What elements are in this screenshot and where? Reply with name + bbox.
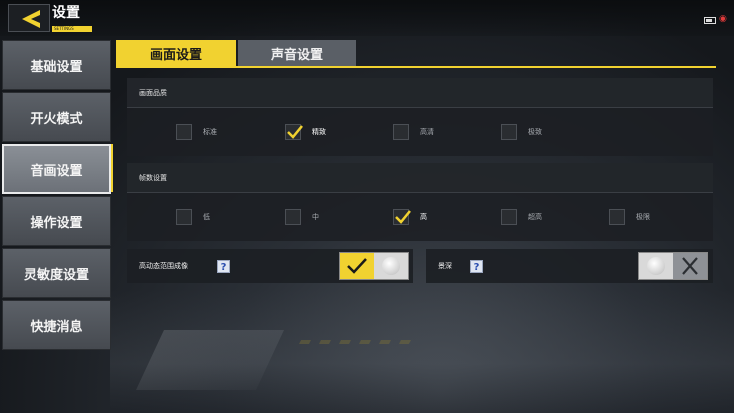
tab-sound[interactable]: 声音设置 bbox=[238, 40, 356, 67]
checkbox[interactable] bbox=[501, 124, 517, 140]
hdr-label: 高动态范围成像 bbox=[139, 262, 188, 270]
dof-toggle[interactable] bbox=[638, 252, 708, 280]
sidebar-item-sensitivity[interactable]: 灵敏度设置 bbox=[2, 248, 111, 298]
framerate-option-medium[interactable]: 中 bbox=[285, 209, 319, 225]
page-subtitle: SETTINGS bbox=[52, 26, 92, 32]
option-label: 超高 bbox=[528, 213, 542, 221]
sidebar-item-label: 操作设置 bbox=[30, 215, 83, 231]
option-label: 低 bbox=[203, 213, 210, 221]
quality-panel: 画面品质 标准 精致 高清 极致 bbox=[127, 78, 713, 156]
hdr-row: 高动态范围成像 ? bbox=[127, 249, 413, 283]
checkmark-icon bbox=[395, 210, 411, 224]
checkmark-icon bbox=[287, 125, 303, 139]
quality-option-fine[interactable]: 精致 bbox=[285, 124, 326, 140]
sidebar-item-quick-messages[interactable]: 快捷消息 bbox=[2, 300, 111, 350]
title-block: 设置 SETTINGS bbox=[52, 3, 94, 35]
quality-option-standard[interactable]: 标准 bbox=[176, 124, 217, 140]
checkbox[interactable] bbox=[176, 124, 192, 140]
checkbox-checked[interactable] bbox=[393, 209, 411, 225]
option-label: 极致 bbox=[528, 128, 542, 136]
sidebar-item-label: 快捷消息 bbox=[30, 319, 83, 335]
quality-option-hd[interactable]: 高清 bbox=[393, 124, 434, 140]
sidebar-item-label: 音画设置 bbox=[30, 163, 83, 179]
header-bar: 设置 SETTINGS ◉ bbox=[0, 0, 734, 36]
option-label: 中 bbox=[312, 213, 319, 221]
framerate-option-low[interactable]: 低 bbox=[176, 209, 210, 225]
sidebar-item-controls[interactable]: 操作设置 bbox=[2, 196, 111, 246]
framerate-option-extreme[interactable]: 极限 bbox=[609, 209, 650, 225]
sidebar: 基础设置 开火模式 音画设置 操作设置 灵敏度设置 快捷消息 bbox=[2, 40, 112, 352]
sidebar-active-marker bbox=[111, 144, 113, 192]
checkbox[interactable] bbox=[501, 209, 517, 225]
toggle-knob-side bbox=[639, 253, 673, 279]
status-indicators: ◉ bbox=[704, 14, 728, 26]
tab-label: 画面设置 bbox=[149, 48, 202, 63]
sidebar-item-label: 开火模式 bbox=[30, 111, 83, 127]
framerate-option-high[interactable]: 高 bbox=[393, 209, 427, 225]
option-label: 精致 bbox=[312, 128, 326, 136]
dof-label: 景深 bbox=[438, 262, 452, 270]
hdr-toggle[interactable] bbox=[339, 252, 409, 280]
close-icon bbox=[682, 257, 698, 275]
toggle-off-side bbox=[673, 253, 707, 279]
option-label: 标准 bbox=[203, 128, 217, 136]
wifi-icon: ◉ bbox=[719, 14, 727, 24]
toggle-on-side bbox=[340, 253, 374, 279]
option-label: 极限 bbox=[636, 213, 650, 221]
tab-bar: 画面设置 声音设置 bbox=[116, 40, 716, 68]
toggle-knob bbox=[647, 257, 665, 275]
background-stripe bbox=[298, 340, 412, 344]
sidebar-item-fire-mode[interactable]: 开火模式 bbox=[2, 92, 111, 142]
tab-graphics[interactable]: 画面设置 bbox=[116, 40, 236, 67]
back-button[interactable] bbox=[8, 4, 50, 32]
option-label: 高 bbox=[420, 213, 427, 221]
checkbox[interactable] bbox=[285, 209, 301, 225]
sidebar-item-label: 灵敏度设置 bbox=[23, 267, 89, 283]
sidebar-item-basic[interactable]: 基础设置 bbox=[2, 40, 111, 90]
option-label: 高清 bbox=[420, 128, 434, 136]
framerate-panel: 帧数设置 低 中 高 超高 极限 bbox=[127, 163, 713, 241]
checkbox-checked[interactable] bbox=[285, 124, 303, 140]
dof-help-icon[interactable]: ? bbox=[470, 260, 483, 273]
quality-option-ultra[interactable]: 极致 bbox=[501, 124, 542, 140]
checkbox[interactable] bbox=[609, 209, 625, 225]
quality-heading: 画面品质 bbox=[127, 78, 713, 108]
framerate-heading: 帧数设置 bbox=[127, 163, 713, 193]
tab-underline bbox=[116, 66, 716, 68]
back-arrow-icon bbox=[22, 10, 40, 28]
hdr-help-icon[interactable]: ? bbox=[217, 260, 230, 273]
tab-label: 声音设置 bbox=[270, 48, 323, 63]
checkbox[interactable] bbox=[176, 209, 192, 225]
battery-icon bbox=[704, 17, 716, 24]
checkbox[interactable] bbox=[393, 124, 409, 140]
toggle-knob bbox=[382, 257, 400, 275]
framerate-option-super-high[interactable]: 超高 bbox=[501, 209, 542, 225]
toggle-knob-side bbox=[374, 253, 408, 279]
sidebar-item-label: 基础设置 bbox=[30, 59, 83, 75]
checkmark-icon bbox=[347, 258, 367, 274]
sidebar-item-audio-video[interactable]: 音画设置 bbox=[2, 144, 111, 194]
page-title: 设置 bbox=[52, 5, 80, 21]
dof-row: 景深 ? bbox=[426, 249, 713, 283]
